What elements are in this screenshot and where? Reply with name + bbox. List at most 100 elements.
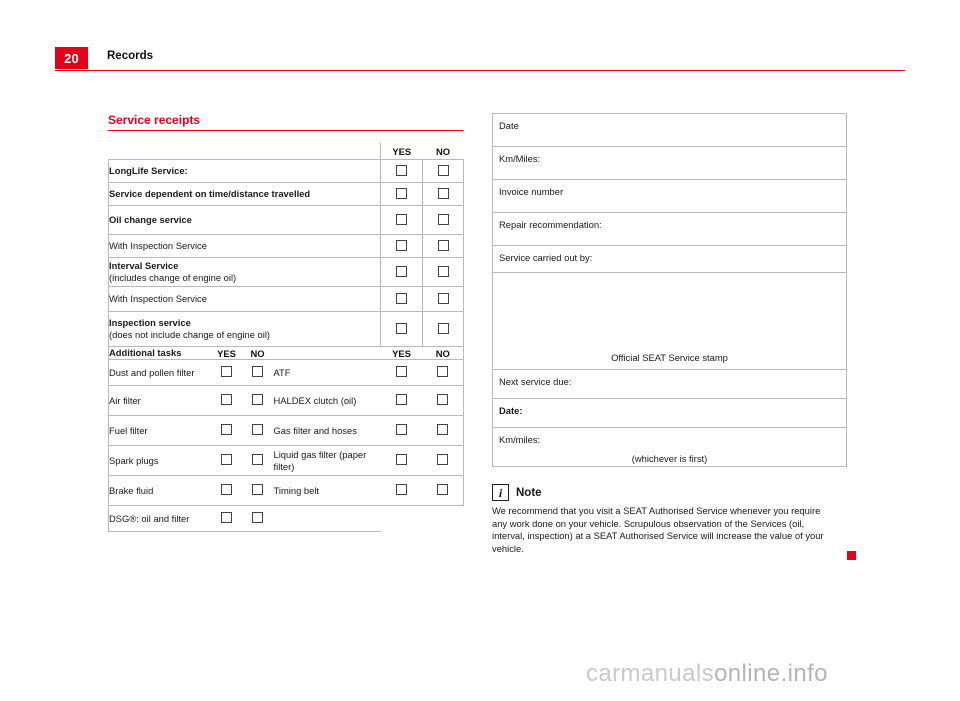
checkbox-cell-no[interactable] [422,257,464,287]
checkbox-cell-no[interactable] [241,359,274,386]
checkbox[interactable] [437,292,449,304]
checkbox[interactable] [437,265,449,277]
checkbox[interactable] [396,265,407,277]
checkbox[interactable] [252,484,263,495]
checkbox[interactable] [252,454,263,465]
checkbox[interactable] [396,366,407,377]
table-row: Inspection service (does not include cha… [108,311,464,347]
table-row: Km/miles: (whichever is first) [492,427,847,467]
checkbox[interactable] [437,484,449,495]
row-label: Inspection service [109,317,191,328]
checkbox-cell-no[interactable] [241,475,274,506]
checkbox-cell-no[interactable] [422,359,464,386]
note-header: i Note [492,484,852,501]
field-km-miles[interactable]: Km/Miles: [492,146,847,180]
row-label-left: Spark plugs [109,454,159,466]
checkbox-cell-yes[interactable] [211,505,242,532]
row-label-left: Fuel filter [109,424,148,436]
checkbox[interactable] [396,322,407,334]
checkbox[interactable] [221,512,232,523]
field-invoice-number[interactable]: Invoice number [492,179,847,213]
checkbox[interactable] [221,424,232,435]
checkbox[interactable] [437,394,449,405]
field-date[interactable]: Date [492,113,847,147]
field-km-miles-label[interactable]: Km/miles: (whichever is first) [492,427,847,467]
checkbox-cell-yes[interactable] [380,475,423,506]
checkbox-cell-yes[interactable] [211,359,242,386]
checkbox-cell-no[interactable] [422,286,464,312]
row-label-left: Brake fluid [109,484,154,496]
checkbox[interactable] [252,394,263,405]
checkbox-cell-no[interactable] [422,182,464,206]
checkbox-cell-no[interactable] [422,475,464,506]
checkbox[interactable] [437,322,449,334]
checkbox[interactable] [437,366,449,377]
checkbox[interactable] [221,454,232,465]
checkbox[interactable] [437,424,449,435]
checkbox-cell-yes[interactable] [380,182,423,206]
official-stamp-area[interactable]: Official SEAT Service stamp [492,272,847,370]
checkbox-cell-no[interactable] [422,385,464,416]
checkbox-cell-yes[interactable] [380,359,423,386]
checkbox-cell-no[interactable] [422,205,464,235]
checkbox[interactable] [396,394,407,405]
checkbox-cell-yes[interactable] [380,415,423,446]
row-label: Oil change service [109,214,192,225]
checkbox-cell-no[interactable] [241,385,274,416]
checkbox-cell-no[interactable] [422,415,464,446]
header-divider [55,70,905,71]
checkbox-cell-no[interactable] [241,445,274,476]
checkbox-cell-no[interactable] [422,234,464,258]
checkbox-cell-no[interactable] [241,415,274,446]
checkbox-cell-yes[interactable] [211,385,242,416]
checkbox[interactable] [396,239,407,251]
checkbox-cell-yes[interactable] [380,445,423,476]
checkbox[interactable] [396,187,407,199]
row-label-right: Timing belt [273,484,320,496]
checkbox[interactable] [437,454,449,465]
checkbox[interactable] [221,484,232,495]
checkbox-cell-no[interactable] [422,445,464,476]
checkbox[interactable] [396,164,407,176]
checkbox[interactable] [396,292,407,304]
table-row: With Inspection Service [108,286,464,312]
checkbox-cell-yes[interactable] [380,257,423,287]
checkbox-cell-no[interactable] [422,159,464,183]
checkbox-cell-yes[interactable] [211,475,242,506]
checkbox[interactable] [437,239,449,251]
checkbox[interactable] [252,366,263,377]
field-next-service-due[interactable]: Next service due: [492,369,847,399]
checkbox-cell-yes[interactable] [211,445,242,476]
field-service-carried-out-by[interactable]: Service carried out by: [492,245,847,273]
checkbox[interactable] [396,424,407,435]
checkbox[interactable] [221,394,232,405]
checkbox[interactable] [396,454,407,465]
checkbox[interactable] [252,424,263,435]
checkbox-cell-no[interactable] [422,311,464,347]
watermark: carmanualsonline.info [586,660,828,688]
checkbox-cell-yes[interactable] [380,234,423,258]
row-label-left: Dust and pollen filter [109,366,195,378]
note-body: We recommend that you visit a SEAT Autho… [492,505,824,554]
field-repair-recommendation[interactable]: Repair recommendation: [492,212,847,246]
checkbox-cell-yes[interactable] [211,415,242,446]
checkbox-cell-yes[interactable] [380,159,423,183]
field-date-label[interactable]: Date: [492,398,847,428]
checkbox[interactable] [396,213,407,225]
checkbox-cell-no[interactable] [241,505,274,532]
checkbox-cell-yes[interactable] [380,205,423,235]
additional-tasks-header-row: Additional tasks YES NO YES NO [108,346,464,360]
checkbox[interactable] [396,484,407,495]
checkbox[interactable] [437,187,449,199]
checkbox[interactable] [437,213,449,225]
checkbox-cell-yes[interactable] [380,385,423,416]
table-row: Spark plugs Liquid gas filter (paper fil… [108,445,464,476]
checkbox[interactable] [437,164,449,176]
checkbox-cell-yes[interactable] [380,311,423,347]
checkbox[interactable] [221,366,232,377]
add-col-yes-left: YES [211,346,242,360]
table-row: Official SEAT Service stamp [492,272,847,370]
checkbox[interactable] [252,512,263,523]
checkbox-cell-yes[interactable] [380,286,423,312]
table-row: Repair recommendation: [492,212,847,246]
